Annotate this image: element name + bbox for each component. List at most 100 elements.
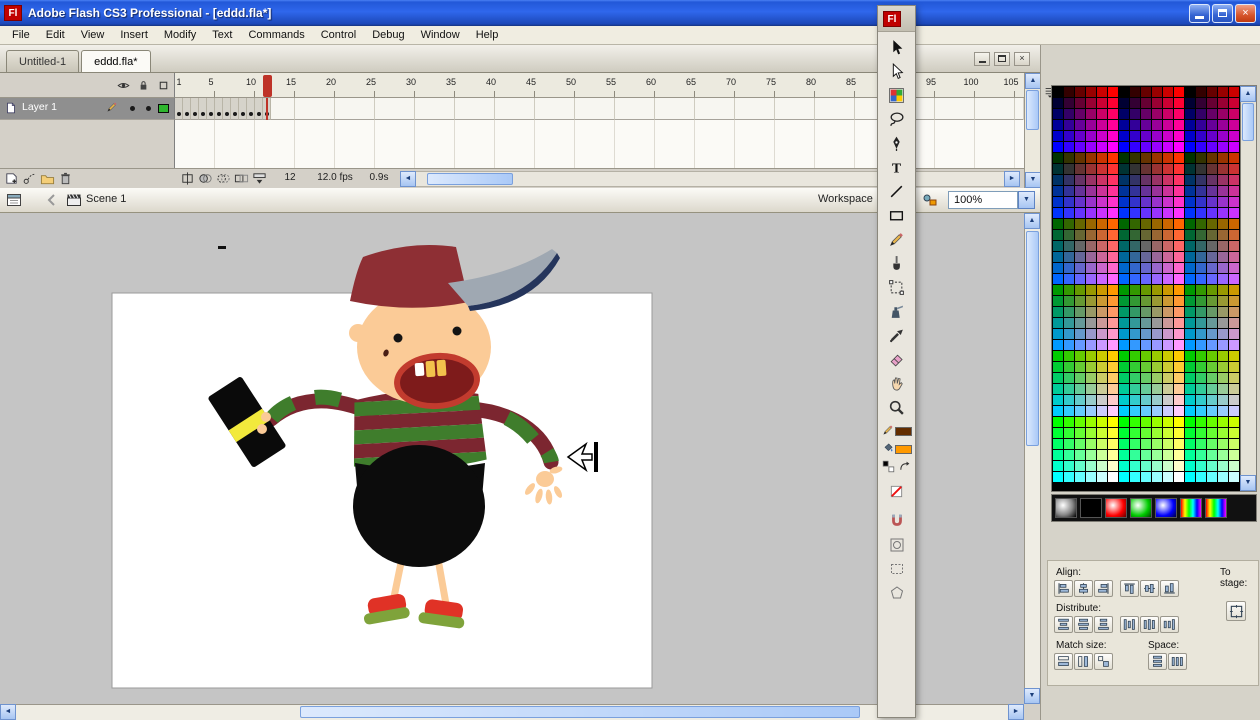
color-swatch[interactable] [1108, 307, 1119, 318]
show-hide-column-header[interactable] [116, 78, 130, 92]
color-swatch[interactable] [1053, 285, 1064, 296]
color-swatch[interactable] [1163, 472, 1174, 483]
color-swatch[interactable] [1207, 318, 1218, 329]
color-swatch[interactable] [1163, 208, 1174, 219]
color-swatch[interactable] [1152, 384, 1163, 395]
stage-canvas[interactable] [0, 213, 1024, 704]
color-swatch[interactable] [1152, 109, 1163, 120]
color-swatch[interactable] [1152, 417, 1163, 428]
color-swatch[interactable] [1196, 197, 1207, 208]
color-swatch[interactable] [1229, 329, 1240, 340]
color-swatch[interactable] [1229, 131, 1240, 142]
color-swatch[interactable] [1053, 296, 1064, 307]
color-swatch[interactable] [1218, 109, 1229, 120]
color-swatch[interactable] [1130, 318, 1141, 329]
color-swatch[interactable] [1207, 164, 1218, 175]
color-swatch[interactable] [1075, 109, 1086, 120]
color-swatch[interactable] [1097, 285, 1108, 296]
color-swatch[interactable] [1053, 461, 1064, 472]
modify-onion-markers-button[interactable] [250, 169, 268, 187]
timeline-vertical-scrollbar[interactable]: ▲ ▼ [1024, 73, 1041, 188]
frame-45[interactable] [527, 98, 535, 120]
color-swatch[interactable] [1141, 219, 1152, 230]
color-swatch[interactable] [1141, 252, 1152, 263]
stage-pasteboard[interactable] [0, 213, 1024, 704]
swatches-scrollbar[interactable]: ▲ ▼ [1240, 86, 1256, 491]
color-swatch[interactable] [1064, 197, 1075, 208]
menu-edit[interactable]: Edit [38, 26, 73, 44]
color-swatch[interactable] [1218, 461, 1229, 472]
color-swatch[interactable] [1229, 362, 1240, 373]
color-swatch[interactable] [1163, 318, 1174, 329]
color-swatch[interactable] [1218, 274, 1229, 285]
frame-81[interactable] [815, 98, 823, 120]
color-swatch[interactable] [1086, 230, 1097, 241]
color-swatch[interactable] [1097, 450, 1108, 461]
color-swatch[interactable] [1207, 450, 1218, 461]
dist-right-button[interactable] [1160, 616, 1179, 633]
color-swatch[interactable] [1185, 164, 1196, 175]
color-swatch[interactable] [1174, 274, 1185, 285]
color-swatch[interactable] [1086, 395, 1097, 406]
color-swatch[interactable] [1086, 296, 1097, 307]
preset-swatch-rainbow-a[interactable] [1180, 498, 1202, 518]
color-swatch[interactable] [1130, 362, 1141, 373]
color-swatch[interactable] [1174, 175, 1185, 186]
color-swatch[interactable] [1218, 417, 1229, 428]
color-swatch[interactable] [1130, 164, 1141, 175]
frame-97[interactable] [943, 98, 951, 120]
color-swatch[interactable] [1086, 197, 1097, 208]
color-swatch[interactable] [1064, 87, 1075, 98]
frame-43[interactable] [511, 98, 519, 120]
color-swatch[interactable] [1053, 197, 1064, 208]
frame-52[interactable] [583, 98, 591, 120]
color-swatch[interactable] [1163, 329, 1174, 340]
color-swatch[interactable] [1185, 175, 1196, 186]
color-swatch[interactable] [1196, 285, 1207, 296]
align-h-center-button[interactable] [1074, 580, 1093, 597]
color-swatch[interactable] [1174, 285, 1185, 296]
color-swatch[interactable] [1086, 384, 1097, 395]
frame-65[interactable] [687, 98, 695, 120]
color-swatch[interactable] [1163, 164, 1174, 175]
color-swatch[interactable] [1064, 131, 1075, 142]
frame-33[interactable] [431, 98, 439, 120]
outline-column-header[interactable] [156, 78, 170, 92]
color-swatch[interactable] [1097, 340, 1108, 351]
color-swatch[interactable] [1086, 98, 1097, 109]
color-swatch[interactable] [1152, 98, 1163, 109]
frame-4[interactable] [199, 98, 207, 120]
color-swatch[interactable] [1196, 219, 1207, 230]
menu-insert[interactable]: Insert [112, 26, 156, 44]
scroll-up-arrow[interactable]: ▲ [1025, 73, 1041, 89]
color-swatch[interactable] [1163, 230, 1174, 241]
color-swatch[interactable] [1130, 197, 1141, 208]
frame-60[interactable] [647, 98, 655, 120]
color-swatch[interactable] [1075, 230, 1086, 241]
color-swatch[interactable] [1053, 318, 1064, 329]
color-swatch[interactable] [1097, 274, 1108, 285]
color-swatch[interactable] [1130, 230, 1141, 241]
color-swatch[interactable] [1108, 417, 1119, 428]
color-swatch[interactable] [1141, 329, 1152, 340]
free-transform-tool[interactable] [882, 275, 912, 299]
color-swatch[interactable] [1196, 373, 1207, 384]
color-swatch[interactable] [1196, 417, 1207, 428]
color-swatch[interactable] [1152, 186, 1163, 197]
color-swatch[interactable] [1218, 142, 1229, 153]
color-swatch[interactable] [1086, 461, 1097, 472]
frame-3[interactable] [191, 98, 199, 120]
color-swatch[interactable] [1229, 274, 1240, 285]
poly-mode-option-button[interactable] [882, 581, 912, 605]
color-swatch[interactable] [1119, 406, 1130, 417]
color-swatch[interactable] [1119, 175, 1130, 186]
color-swatch[interactable] [1229, 142, 1240, 153]
color-swatch[interactable] [1108, 219, 1119, 230]
color-swatch[interactable] [1185, 109, 1196, 120]
color-swatch[interactable] [1185, 417, 1196, 428]
color-swatch[interactable] [1130, 296, 1141, 307]
preset-swatch-solid-green[interactable] [1130, 498, 1152, 518]
color-swatch[interactable] [1174, 406, 1185, 417]
color-swatch[interactable] [1163, 219, 1174, 230]
eraser-tool[interactable] [882, 347, 912, 371]
